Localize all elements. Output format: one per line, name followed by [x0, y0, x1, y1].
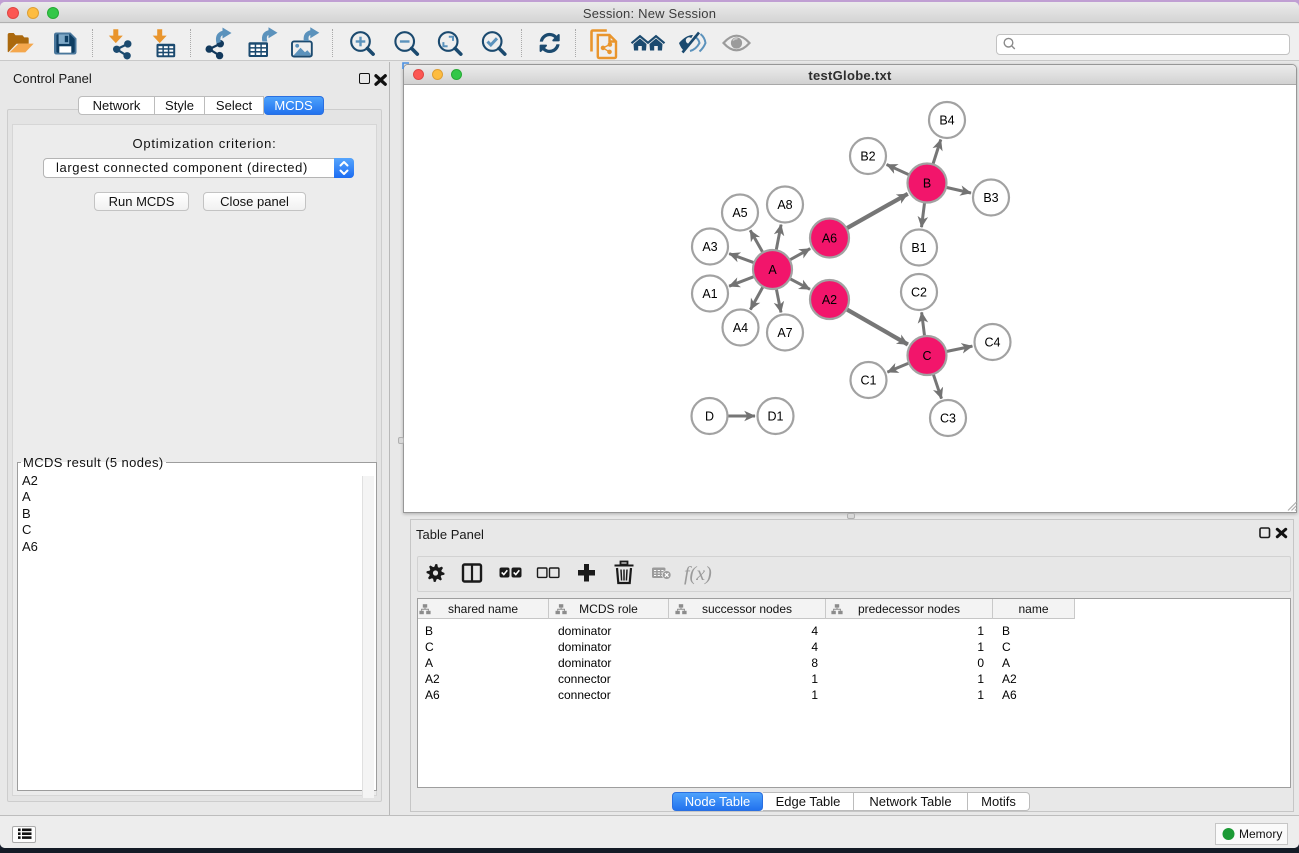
svg-text:B3: B3	[983, 191, 998, 205]
svg-text:B2: B2	[860, 150, 875, 164]
svg-text:A7: A7	[777, 326, 792, 340]
svg-text:C2: C2	[911, 286, 927, 300]
svg-text:A1: A1	[702, 287, 717, 301]
svg-text:A6: A6	[822, 232, 837, 246]
svg-text:C1: C1	[861, 374, 877, 388]
svg-text:C3: C3	[940, 412, 956, 426]
svg-text:A5: A5	[732, 206, 747, 220]
svg-text:D: D	[705, 410, 714, 424]
svg-text:A4: A4	[733, 321, 748, 335]
svg-text:A8: A8	[777, 198, 792, 212]
svg-text:B: B	[923, 177, 931, 191]
svg-text:C: C	[922, 349, 931, 363]
svg-text:B1: B1	[911, 241, 926, 255]
svg-text:A3: A3	[702, 240, 717, 254]
svg-text:A: A	[768, 263, 777, 277]
svg-text:B4: B4	[939, 114, 954, 128]
svg-text:C4: C4	[985, 336, 1001, 350]
svg-text:A2: A2	[822, 293, 837, 307]
svg-text:D1: D1	[768, 410, 784, 424]
